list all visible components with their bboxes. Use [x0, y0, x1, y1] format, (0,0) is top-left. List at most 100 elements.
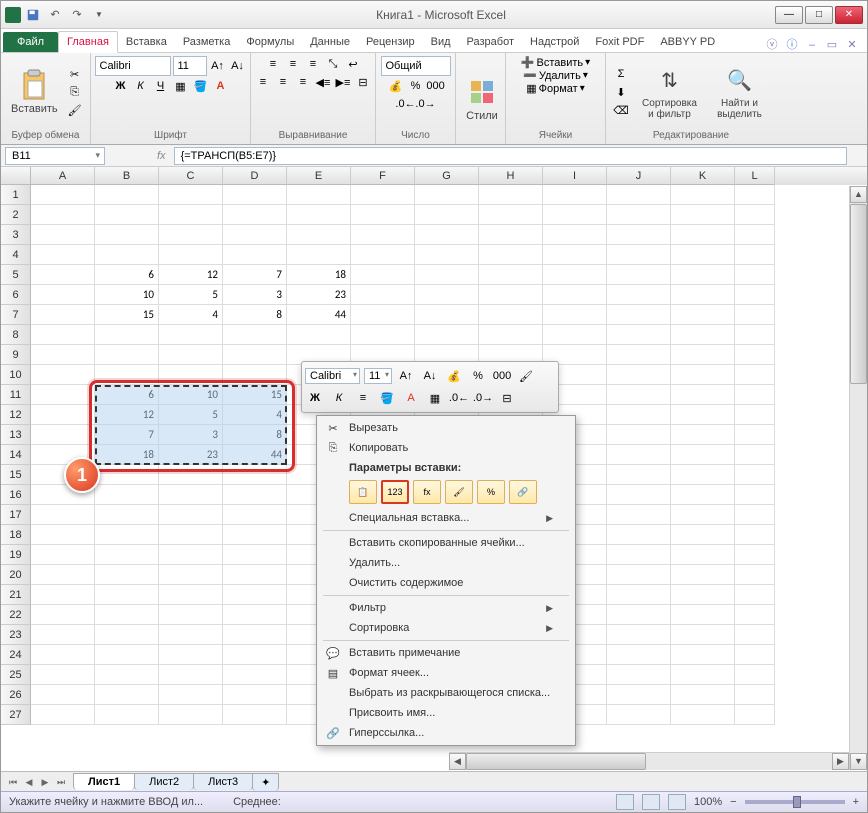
cell[interactable] — [287, 325, 351, 345]
qat-redo-icon[interactable]: ↷ — [67, 5, 87, 25]
cell[interactable] — [607, 205, 671, 225]
cell[interactable] — [543, 245, 607, 265]
cell[interactable] — [95, 565, 159, 585]
cell[interactable] — [415, 285, 479, 305]
row-header[interactable]: 25 — [1, 665, 31, 685]
qat-dropdown-icon[interactable]: ▼ — [89, 5, 109, 25]
cell[interactable] — [159, 245, 223, 265]
styles-button[interactable]: Стили — [462, 74, 502, 124]
cell[interactable] — [159, 685, 223, 705]
row-header[interactable]: 13 — [1, 425, 31, 445]
cell[interactable] — [223, 625, 287, 645]
cell[interactable] — [543, 305, 607, 325]
cell[interactable] — [671, 505, 735, 525]
cell[interactable] — [607, 605, 671, 625]
cell[interactable] — [31, 545, 95, 565]
cut-icon[interactable]: ✂ — [66, 66, 84, 82]
cell[interactable] — [351, 245, 415, 265]
cell[interactable] — [351, 185, 415, 205]
mini-inc-decimal-icon[interactable]: .0← — [449, 388, 469, 408]
cell[interactable] — [607, 245, 671, 265]
col-header[interactable]: G — [415, 167, 479, 185]
ctx-pick-from-list[interactable]: Выбрать из раскрывающегося списка... — [319, 683, 573, 703]
cell[interactable] — [671, 665, 735, 685]
cell[interactable] — [95, 585, 159, 605]
zoom-slider[interactable] — [745, 800, 845, 804]
ctx-clear[interactable]: Очистить содержимое — [319, 573, 573, 593]
cell[interactable]: 15 — [95, 305, 159, 325]
tab-developer[interactable]: Разработ — [459, 32, 522, 52]
tab-abbyy[interactable]: ABBYY PD — [652, 32, 723, 52]
increase-font-icon[interactable]: A↑ — [209, 58, 227, 74]
cell[interactable] — [543, 325, 607, 345]
comma-icon[interactable]: 000 — [427, 78, 445, 94]
mini-font-color-icon[interactable]: A — [401, 388, 421, 408]
cells-delete-icon[interactable]: ➖ — [523, 69, 537, 82]
cell[interactable] — [607, 185, 671, 205]
cell[interactable]: 6 — [95, 265, 159, 285]
cell[interactable] — [223, 245, 287, 265]
zoom-in-icon[interactable]: + — [853, 796, 859, 808]
cell[interactable] — [223, 365, 287, 385]
row-header[interactable]: 8 — [1, 325, 31, 345]
cell[interactable] — [95, 345, 159, 365]
cell[interactable] — [735, 225, 775, 245]
cell[interactable] — [31, 605, 95, 625]
ctx-delete[interactable]: Удалить... — [319, 553, 573, 573]
cell[interactable] — [31, 365, 95, 385]
currency-icon[interactable]: 💰 — [387, 78, 405, 94]
cell[interactable] — [671, 425, 735, 445]
cell[interactable] — [31, 285, 95, 305]
ctx-sort[interactable]: Сортировка▶ — [319, 618, 573, 638]
cell[interactable] — [735, 625, 775, 645]
cell[interactable]: 23 — [287, 285, 351, 305]
cell[interactable] — [159, 465, 223, 485]
cell[interactable] — [735, 305, 775, 325]
cell[interactable] — [735, 565, 775, 585]
ctx-copy[interactable]: ⎘Копировать — [319, 438, 573, 458]
find-select-button[interactable]: 🔍 Найти и выделить — [709, 62, 770, 122]
cell[interactable] — [607, 525, 671, 545]
cell[interactable] — [351, 285, 415, 305]
cell[interactable] — [735, 545, 775, 565]
col-header[interactable]: I — [543, 167, 607, 185]
mini-italic-icon[interactable]: К — [329, 388, 349, 408]
cell[interactable] — [223, 605, 287, 625]
sheet-tab-1[interactable]: Лист1 — [73, 773, 135, 790]
mini-align-icon[interactable]: ≡ — [353, 388, 373, 408]
row-header[interactable]: 3 — [1, 225, 31, 245]
ctx-insert-comment[interactable]: 💬Вставить примечание — [319, 643, 573, 663]
cell[interactable] — [671, 365, 735, 385]
cell[interactable] — [159, 525, 223, 545]
mini-currency-icon[interactable]: 💰 — [444, 366, 464, 386]
cell[interactable] — [671, 645, 735, 665]
row-header[interactable]: 5 — [1, 265, 31, 285]
sheet-nav-last-icon[interactable]: ⏭ — [53, 774, 69, 790]
doc-close-icon[interactable]: ✕ — [845, 38, 859, 52]
tab-insert[interactable]: Вставка — [118, 32, 175, 52]
cell[interactable] — [31, 405, 95, 425]
paste-opt-formulas[interactable]: fx — [413, 480, 441, 504]
cell[interactable]: 3 — [223, 285, 287, 305]
hscroll-thumb[interactable] — [466, 753, 646, 770]
cell[interactable] — [735, 405, 775, 425]
row-header[interactable]: 24 — [1, 645, 31, 665]
close-button[interactable]: ✕ — [835, 6, 863, 24]
cell[interactable] — [671, 405, 735, 425]
cell[interactable] — [31, 705, 95, 725]
cell[interactable] — [479, 245, 543, 265]
cell[interactable] — [223, 185, 287, 205]
row-header[interactable]: 18 — [1, 525, 31, 545]
cell[interactable] — [607, 225, 671, 245]
select-all-corner[interactable] — [1, 167, 31, 185]
cell[interactable] — [31, 505, 95, 525]
maximize-button[interactable]: □ — [805, 6, 833, 24]
cell[interactable] — [543, 285, 607, 305]
tab-foxit[interactable]: Foxit PDF — [587, 32, 652, 52]
cell[interactable] — [735, 365, 775, 385]
cell[interactable] — [287, 225, 351, 245]
cell[interactable] — [159, 565, 223, 585]
row-header[interactable]: 10 — [1, 365, 31, 385]
cell[interactable] — [95, 605, 159, 625]
cell[interactable] — [223, 585, 287, 605]
